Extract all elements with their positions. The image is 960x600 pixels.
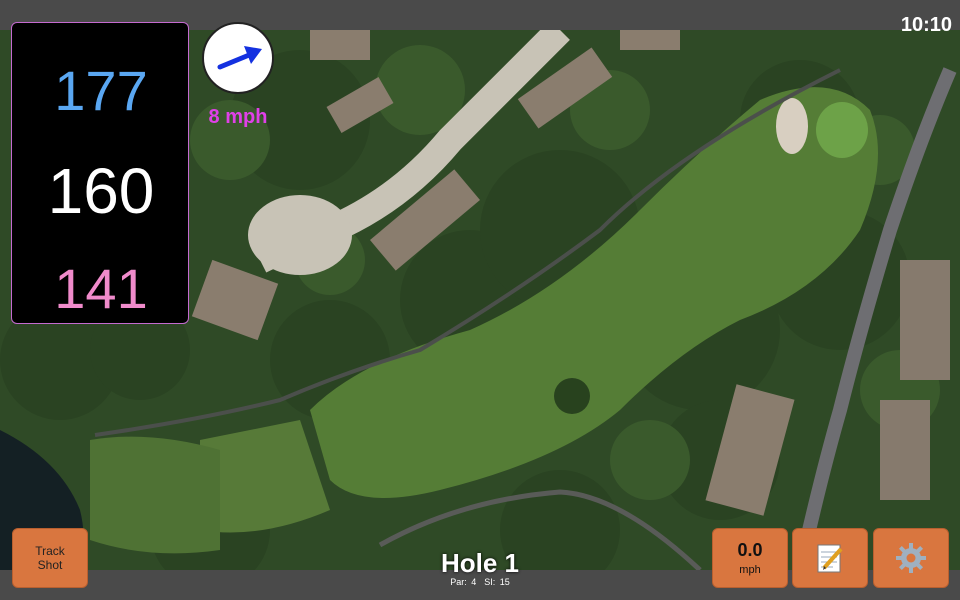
distance-back: 177 [54, 59, 148, 122]
gear-icon [896, 543, 926, 573]
clock-time: 10:10 [900, 14, 952, 36]
track-shot-button[interactable]: Track Shot [12, 528, 88, 588]
speed-value: 0.0 [737, 540, 763, 560]
distance-panel: 177 160 141 [11, 22, 189, 324]
distance-front: 141 [54, 257, 148, 320]
hole-stroke-index: SI: 15 [484, 577, 510, 587]
track-shot-label-line1: Track [35, 544, 65, 558]
wind-arrow-icon [217, 46, 262, 70]
hole-title: Hole 1 [440, 548, 520, 578]
wind-indicator [202, 22, 274, 94]
speed-unit: mph [739, 564, 761, 576]
settings-button[interactable] [873, 528, 949, 588]
hole-par: Par: 4 [450, 577, 477, 587]
notes-button[interactable] [792, 528, 868, 588]
distance-middle: 160 [47, 155, 155, 227]
track-shot-label-line2: Shot [37, 558, 63, 572]
notepad-icon [817, 544, 843, 573]
hole-info: Par: 4 SI: 15 [400, 577, 560, 587]
speed-button[interactable]: 0.0 mph [712, 528, 788, 588]
wind-speed: 8 mph [208, 106, 268, 128]
